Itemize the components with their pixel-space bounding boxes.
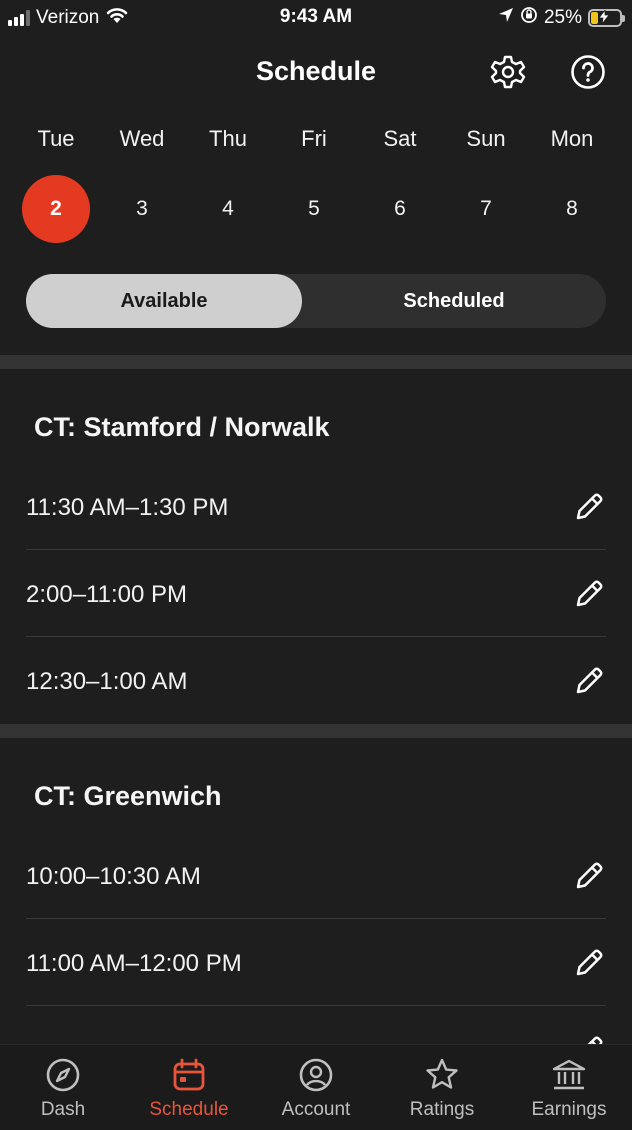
pencil-icon[interactable] (570, 662, 608, 700)
tab-available[interactable]: Available (26, 274, 302, 328)
nav-item-ratings[interactable]: Ratings (379, 1045, 505, 1130)
date-row: 2 3 4 5 6 7 8 (0, 175, 632, 245)
time-slot-label: 10:00–10:30 AM (26, 862, 201, 890)
help-icon[interactable] (568, 52, 608, 92)
row-divider (26, 918, 606, 919)
date-button[interactable]: 6 (366, 175, 434, 243)
nav-label: Account (281, 1099, 351, 1120)
nav-label: Schedule (149, 1099, 229, 1120)
pencil-icon[interactable] (570, 488, 608, 526)
tab-scheduled[interactable]: Scheduled (302, 274, 606, 328)
weekday-label: Thu (209, 126, 247, 151)
nav-label: Ratings (409, 1099, 475, 1120)
pencil-icon[interactable] (570, 944, 608, 982)
time-slot[interactable]: 11:30 AM–1:30 PM (0, 464, 632, 551)
schedule-screen: Verizon 9:43 AM 25% Schedule Tue Wed Thu… (0, 0, 632, 1130)
weekday-label: Fri (301, 126, 327, 151)
nav-item-account[interactable]: Account (253, 1045, 379, 1130)
section-divider (0, 355, 632, 369)
nav-item-schedule[interactable]: Schedule (126, 1045, 252, 1130)
star-icon (379, 1057, 505, 1093)
weekday-label: Wed (119, 126, 165, 151)
battery-percent: 25% (543, 7, 582, 28)
availability-toggle: Available Scheduled (26, 274, 606, 328)
row-divider (26, 636, 606, 637)
bank-icon (506, 1057, 632, 1093)
date-button[interactable]: 5 (280, 175, 348, 243)
region-title: CT: Greenwich (34, 781, 222, 811)
calendar-icon (126, 1057, 252, 1093)
weekday-row: Tue Wed Thu Fri Sat Sun Mon (0, 126, 632, 156)
orientation-lock-icon (520, 6, 538, 30)
time-slot[interactable]: 10:00–10:30 AM (0, 833, 632, 920)
time-slot-label: 2:00–11:00 PM (26, 580, 188, 608)
battery-icon (588, 9, 625, 27)
nav-item-earnings[interactable]: Earnings (506, 1045, 632, 1130)
page-title: Schedule (255, 56, 377, 86)
weekday-label: Sun (466, 126, 506, 151)
time-slot[interactable]: 11:00 AM–12:00 PM (0, 920, 632, 1007)
time-slot[interactable]: 2:00–11:00 PM (0, 551, 632, 638)
time-slot-label: 11:30 AM–1:30 PM (26, 493, 229, 521)
gear-icon[interactable] (488, 52, 528, 92)
nav-item-dash[interactable]: Dash (0, 1045, 126, 1130)
status-bar: Verizon 9:43 AM 25% (0, 0, 632, 36)
time-slot-label: 12:30–1:00 AM (26, 667, 188, 695)
pencil-icon[interactable] (570, 575, 608, 613)
date-button-selected[interactable]: 2 (22, 175, 90, 243)
region-title: CT: Stamford / Norwalk (34, 412, 330, 442)
bottom-nav: Dash Schedule Account Ratings Earnings (0, 1044, 632, 1130)
time-slot-label: 11:00 AM–12:00 PM (26, 949, 242, 977)
location-arrow-icon (498, 7, 514, 29)
weekday-label: Tue (37, 126, 75, 151)
date-button[interactable]: 3 (108, 175, 176, 243)
weekday-label: Sat (383, 126, 417, 151)
date-button[interactable]: 7 (452, 175, 520, 243)
date-button[interactable]: 4 (194, 175, 262, 243)
nav-label: Earnings (531, 1099, 607, 1120)
date-button[interactable]: 8 (538, 175, 606, 243)
row-divider (26, 549, 606, 550)
weekday-label: Mon (550, 126, 594, 151)
row-divider (26, 1005, 606, 1006)
section-divider (0, 724, 632, 738)
pencil-icon[interactable] (570, 857, 608, 895)
header: Schedule (0, 44, 632, 100)
compass-icon (0, 1057, 126, 1093)
account-icon (253, 1057, 379, 1093)
nav-label: Dash (40, 1099, 86, 1120)
time-slot[interactable]: 12:30–1:00 AM (0, 638, 632, 725)
